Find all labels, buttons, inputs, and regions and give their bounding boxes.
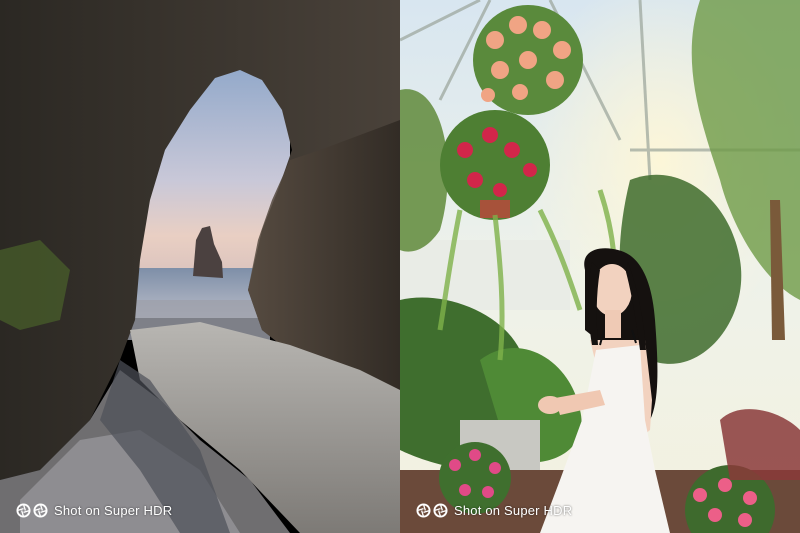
camera-aperture-icon [416,503,448,518]
watermark-text: Shot on Super HDR [454,503,573,518]
panel-sea-arch: Shot on Super HDR [0,0,400,533]
comparison-frame: Shot on Super HDR Shot on Super HDR [0,0,800,533]
camera-aperture-icon [16,503,48,518]
garden-portrait-photo [400,0,800,533]
watermark-right: Shot on Super HDR [416,503,572,518]
sea-arch-photo [0,0,400,533]
watermark-text: Shot on Super HDR [54,503,173,518]
watermark-left: Shot on Super HDR [16,503,172,518]
panel-garden-portrait: Shot on Super HDR [400,0,800,533]
